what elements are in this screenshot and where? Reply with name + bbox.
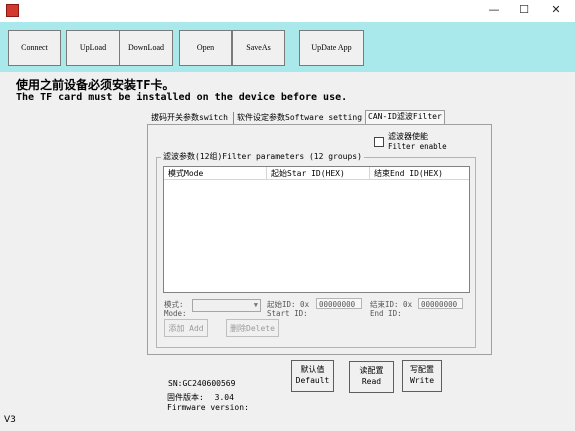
add-button[interactable]: 添加 Add	[164, 319, 208, 337]
tab-can-id-filter[interactable]: CAN-ID滤波Filter	[365, 110, 445, 124]
notice-en: The TF card must be installed on the dev…	[16, 92, 348, 103]
end-id-label-en: End ID:	[370, 309, 402, 318]
filter-enable-checkbox[interactable]	[374, 137, 384, 147]
start-id-label-en: Start ID:	[267, 309, 308, 318]
write-button-label-zh: 写配置	[410, 365, 434, 374]
read-button-label-en: Read	[361, 377, 382, 386]
maximize-button[interactable]: ☐	[508, 0, 540, 22]
write-button[interactable]: 写配置 Write	[402, 360, 442, 392]
mode-label-en: Mode:	[164, 309, 187, 318]
toolbar: Connect UpLoad DownLoad Open SaveAs UpDa…	[0, 22, 575, 72]
filter-list[interactable]: 模式Mode 起始Star ID(HEX) 结束End ID(HEX)	[163, 166, 470, 293]
firmware-label: 固件版本: 3.04	[167, 392, 234, 403]
read-button-label-zh: 读配置	[359, 366, 384, 375]
app-icon	[6, 4, 19, 17]
filter-enable-label-en: Filter enable	[388, 142, 447, 151]
tab-software-setting[interactable]: 软件设定参数Software setting	[233, 112, 362, 124]
delete-button[interactable]: 删除Delete	[226, 319, 279, 337]
version-label: V3	[4, 415, 16, 425]
column-header-start-id[interactable]: 起始Star ID(HEX)	[267, 167, 370, 180]
firmware-label-en: Firmware version:	[167, 403, 249, 412]
open-button[interactable]: Open	[179, 30, 232, 66]
notice-zh: 使用之前设备必须安装TF卡。	[16, 78, 175, 92]
update-app-button[interactable]: UpDate App	[299, 30, 364, 66]
chevron-down-icon: ▼	[253, 301, 258, 309]
start-id-input[interactable]: 00000000	[316, 298, 362, 309]
default-button[interactable]: 默认值 Default	[291, 360, 334, 392]
minimize-button[interactable]: —	[478, 0, 510, 22]
title-bar: — ☐ ✕	[0, 0, 575, 22]
column-header-end-id[interactable]: 结束End ID(HEX)	[370, 167, 469, 180]
mode-select[interactable]: ▼	[192, 299, 261, 312]
read-button[interactable]: 读配置 Read	[349, 361, 394, 393]
download-button[interactable]: DownLoad	[119, 30, 173, 66]
firmware-version-value: 3.04	[214, 393, 234, 402]
firmware-label-zh: 固件版本:	[167, 393, 204, 402]
filter-parameters-title: 滤波参数(12组)Filter parameters (12 groups)	[161, 151, 364, 162]
column-header-mode[interactable]: 模式Mode	[164, 167, 267, 180]
connect-button[interactable]: Connect	[8, 30, 61, 66]
default-button-label-zh: 默认值	[300, 365, 325, 374]
write-button-label-en: Write	[409, 376, 435, 385]
end-id-input[interactable]: 00000000	[418, 298, 463, 309]
default-button-label-en: Default	[295, 376, 330, 385]
close-button[interactable]: ✕	[540, 0, 572, 22]
saveas-button[interactable]: SaveAs	[232, 30, 285, 66]
filter-enable-label-zh: 滤波器使能	[388, 132, 428, 141]
serial-number: SN:GC240600569	[168, 379, 236, 388]
tab-switch[interactable]: 拔码开关参数switch	[151, 112, 228, 124]
upload-button[interactable]: UpLoad	[66, 30, 120, 66]
